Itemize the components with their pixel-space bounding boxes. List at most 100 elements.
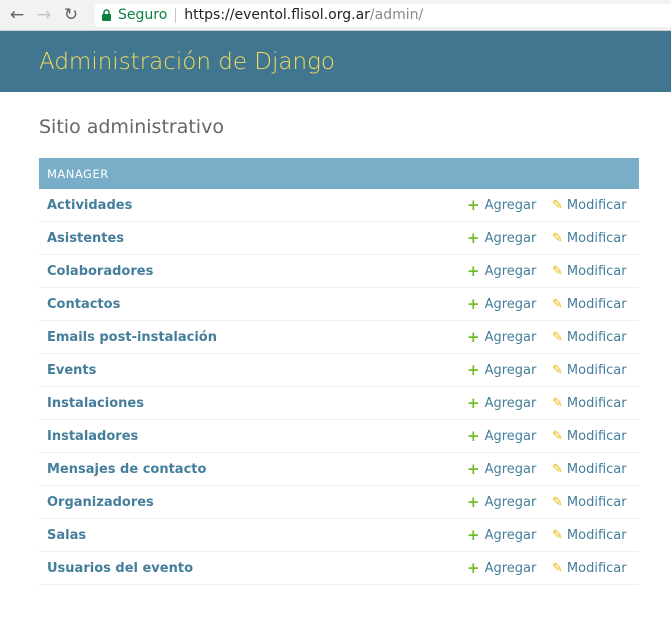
change-link[interactable]: ✎ Modificar (552, 297, 627, 312)
add-link[interactable]: + Agregar (467, 426, 537, 445)
main-content: Sitio administrativo MANAGER Actividades… (0, 116, 671, 585)
table-row: Mensajes de contacto + Agregar ✎ Modificar (39, 453, 639, 486)
table-row: Instaladores + Agregar ✎ Modificar (39, 420, 639, 453)
model-link[interactable]: Actividades (47, 198, 132, 213)
change-label: Modificar (566, 395, 627, 411)
add-link[interactable]: + Agregar (467, 294, 537, 313)
change-label: Modificar (566, 461, 627, 477)
model-link[interactable]: Asistentes (47, 231, 124, 246)
add-label: Agregar (484, 230, 537, 246)
plus-icon: + (467, 426, 480, 445)
add-link[interactable]: + Agregar (467, 558, 537, 577)
change-link[interactable]: ✎ Modificar (552, 264, 627, 279)
pencil-icon: ✎ (552, 329, 563, 345)
change-link[interactable]: ✎ Modificar (552, 561, 627, 576)
model-link[interactable]: Instalaciones (47, 396, 144, 411)
pencil-icon: ✎ (552, 428, 563, 444)
change-label: Modificar (566, 428, 627, 444)
forward-arrow-icon[interactable]: → (33, 4, 55, 26)
plus-icon: + (467, 360, 480, 379)
change-label: Modificar (566, 527, 627, 543)
reload-icon[interactable]: ↻ (60, 4, 82, 26)
change-link[interactable]: ✎ Modificar (552, 330, 627, 345)
pencil-icon: ✎ (552, 362, 563, 378)
model-link[interactable]: Salas (47, 528, 86, 543)
plus-icon: + (467, 525, 480, 544)
add-label: Agregar (484, 296, 537, 312)
add-label: Agregar (484, 461, 537, 477)
pencil-icon: ✎ (552, 263, 563, 279)
add-link[interactable]: + Agregar (467, 263, 537, 279)
change-label: Modificar (566, 296, 627, 312)
pencil-icon: ✎ (552, 230, 563, 246)
pencil-icon: ✎ (552, 296, 563, 312)
pencil-icon: ✎ (552, 494, 563, 510)
add-label: Agregar (484, 428, 537, 444)
model-link[interactable]: Emails post-instalación (47, 330, 217, 345)
page-title: Sitio administrativo (39, 116, 224, 138)
add-label: Agregar (484, 263, 537, 279)
back-arrow-icon[interactable]: ← (6, 4, 28, 26)
add-label: Agregar (484, 560, 537, 576)
table-row: Organizadores + Agregar ✎ Modificar (39, 486, 639, 519)
app-module-manager: MANAGER Actividades + Agregar ✎ Modificar Asi… (39, 158, 639, 585)
change-link[interactable]: ✎ Modificar (552, 198, 627, 213)
table-row: Emails post-instalación + Agregar ✎ Modifica… (39, 321, 639, 354)
plus-icon: + (467, 294, 480, 313)
add-link[interactable]: + Agregar (467, 459, 537, 478)
table-row: Actividades + Agregar ✎ Modificar (39, 189, 639, 222)
change-label: Modificar (566, 263, 627, 279)
model-list: Actividades + Agregar ✎ Modificar Asistentes +… (39, 189, 639, 585)
change-label: Modificar (566, 329, 627, 345)
pencil-icon: ✎ (552, 461, 563, 477)
add-link[interactable]: + Agregar (467, 230, 537, 246)
plus-icon: + (467, 195, 480, 214)
table-row: Instalaciones + Agregar ✎ Modificar (39, 387, 639, 420)
change-label: Modificar (566, 560, 627, 576)
add-link[interactable]: + Agregar (467, 329, 536, 345)
add-link[interactable]: + Agregar (467, 492, 537, 511)
add-link[interactable]: + Agregar (467, 195, 537, 214)
pencil-icon: ✎ (552, 197, 563, 213)
add-link[interactable]: + Agregar (467, 360, 536, 379)
site-title[interactable]: Administración de Django (39, 49, 335, 75)
model-link[interactable]: Usuarios del evento (47, 561, 193, 576)
model-link[interactable]: Contactos (47, 297, 120, 312)
table-row: Contactos + Agregar ✎ Modificar (39, 288, 639, 321)
plus-icon: + (467, 558, 480, 577)
add-label: Agregar (484, 395, 537, 411)
change-link[interactable]: ✎ Modificar (552, 429, 627, 444)
change-label: Modificar (566, 362, 627, 378)
model-link[interactable]: Instaladores (47, 429, 138, 444)
plus-icon: + (467, 393, 480, 412)
plus-icon: + (467, 459, 480, 478)
lock-icon (102, 9, 111, 21)
model-link[interactable]: Events (47, 363, 96, 378)
address-bar[interactable]: Seguro https://eventol.flisol.org.ar/adm… (95, 3, 671, 27)
address-separator (175, 7, 177, 23)
url-path: /admin/ (369, 7, 424, 23)
change-link[interactable]: ✎ Modificar (552, 528, 627, 543)
add-label: Agregar (484, 527, 537, 543)
pencil-icon: ✎ (552, 395, 563, 411)
secure-label: Seguro (118, 7, 168, 23)
change-link[interactable]: ✎ Modificar (552, 231, 627, 246)
add-link[interactable]: + Agregar (467, 393, 537, 412)
browser-toolbar: ← → ↻ Seguro https://eventol.flisol.org.… (0, 0, 671, 31)
table-row: Asistentes + Agregar ✎ Modificar (39, 222, 639, 255)
change-label: Modificar (566, 494, 627, 510)
add-link[interactable]: + Agregar (467, 525, 537, 544)
change-link[interactable]: ✎ Modificar (552, 462, 627, 477)
module-caption[interactable]: MANAGER (39, 158, 639, 189)
site-header: Administración de Django (0, 31, 671, 92)
change-link[interactable]: ✎ Modificar (552, 495, 627, 510)
add-label: Agregar (484, 494, 537, 510)
change-link[interactable]: ✎ Modificar (552, 396, 627, 411)
change-link[interactable]: ✎ Modificar (552, 363, 627, 378)
change-label: Modificar (566, 230, 627, 246)
model-link[interactable]: Organizadores (47, 495, 154, 510)
plus-icon: + (467, 492, 480, 511)
model-link[interactable]: Colaboradores (47, 264, 153, 279)
model-link[interactable]: Mensajes de contacto (47, 462, 206, 477)
add-label: Agregar (484, 197, 537, 213)
